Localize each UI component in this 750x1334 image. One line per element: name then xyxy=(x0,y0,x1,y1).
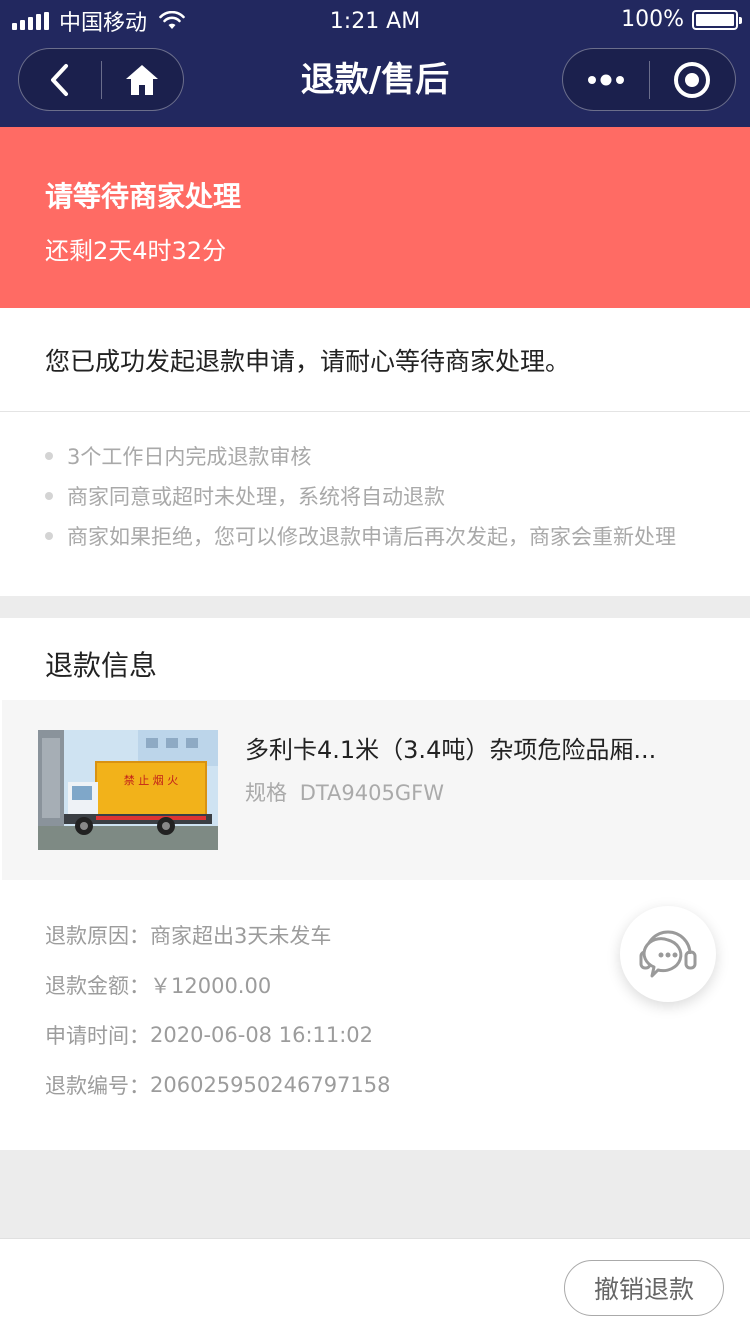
bullet-icon xyxy=(45,452,53,460)
product-card[interactable]: 禁 止 烟 火 多利卡4.1米（3.4吨）杂项危险品厢... 规格 DTA940… xyxy=(2,700,750,880)
divider xyxy=(0,411,750,412)
product-spec: 规格 DTA9405GFW xyxy=(245,777,444,807)
success-notice: 您已成功发起退款申请，请耐心等待商家处理。 xyxy=(45,347,571,376)
page-title: 退款/售后 xyxy=(300,60,450,100)
battery-icon xyxy=(692,9,742,30)
more-button[interactable] xyxy=(563,49,649,110)
customer-service-icon xyxy=(639,930,697,978)
app-header: 中国移动 1:21 AM 100% 退款/售后 xyxy=(0,0,750,127)
row-label: 退款编号： xyxy=(45,1074,150,1098)
product-name: 多利卡4.1米（3.4吨）杂项危险品厢... xyxy=(245,736,657,764)
list-item: 商家如果拒绝，您可以修改退款申请后再次发起，商家会重新处理 xyxy=(45,516,676,556)
section-separator xyxy=(0,596,750,618)
back-button[interactable] xyxy=(19,49,101,110)
row-value: 2020-06-08 16:11:02 xyxy=(150,1023,374,1047)
list-item: 3个工作日内完成退款审核 xyxy=(45,436,676,476)
row-value: 商家超出3天未发车 xyxy=(150,924,332,948)
tips-list: 3个工作日内完成退款审核 商家同意或超时未处理，系统将自动退款 商家如果拒绝，您… xyxy=(45,436,676,556)
cancel-refund-button[interactable]: 撤销退款 xyxy=(564,1260,724,1316)
status-bar: 中国移动 1:21 AM 100% xyxy=(0,0,750,44)
bullet-icon xyxy=(45,532,53,540)
customer-service-button[interactable] xyxy=(620,906,716,1002)
apply-time-row: 申请时间： 2020-06-08 16:11:02 xyxy=(45,1010,391,1060)
nav-capsule-right xyxy=(562,48,736,111)
bullet-icon xyxy=(45,492,53,500)
more-icon xyxy=(587,74,624,85)
refund-amount-row: 退款金额： ￥12000.00 xyxy=(45,960,391,1010)
refund-info-title: 退款信息 xyxy=(45,649,158,682)
refund-status-banner: 请等待商家处理 还剩2天4时32分 xyxy=(0,127,750,308)
row-value: ￥12000.00 xyxy=(150,974,272,998)
countdown-text: 还剩2天4时32分 xyxy=(45,237,227,265)
battery-percent: 100% xyxy=(621,7,684,32)
truck-sign-text: 禁 止 烟 火 xyxy=(124,773,179,787)
home-button[interactable] xyxy=(102,49,184,110)
list-item: 商家同意或超时未处理，系统将自动退款 xyxy=(45,476,676,516)
status-title: 请等待商家处理 xyxy=(45,180,242,213)
refund-reason-row: 退款原因： 商家超出3天未发车 xyxy=(45,910,391,960)
back-icon xyxy=(50,63,68,96)
close-capsule-icon xyxy=(674,61,711,98)
row-label: 退款原因： xyxy=(45,924,150,948)
refund-number-row: 退款编号： 206025950246797158 xyxy=(45,1060,391,1110)
refund-details: 退款原因： 商家超出3天未发车 退款金额： ￥12000.00 申请时间： 20… xyxy=(45,910,391,1110)
home-icon xyxy=(126,64,159,95)
row-label: 申请时间： xyxy=(45,1024,150,1048)
nav-capsule-left xyxy=(18,48,184,111)
page-bottom-spacer xyxy=(0,1150,750,1238)
footer-bar: 撤销退款 xyxy=(0,1238,750,1334)
spec-label: 规格 xyxy=(245,781,287,805)
product-image: 禁 止 烟 火 xyxy=(38,730,218,850)
spec-value: DTA9405GFW xyxy=(299,781,444,805)
tip-text: 商家如果拒绝，您可以修改退款申请后再次发起，商家会重新处理 xyxy=(67,525,676,549)
tip-text: 3个工作日内完成退款审核 xyxy=(67,445,312,469)
row-value: 206025950246797158 xyxy=(150,1073,391,1097)
close-capsule-button[interactable] xyxy=(650,49,736,110)
row-label: 退款金额： xyxy=(45,974,150,998)
tip-text: 商家同意或超时未处理，系统将自动退款 xyxy=(67,485,445,509)
